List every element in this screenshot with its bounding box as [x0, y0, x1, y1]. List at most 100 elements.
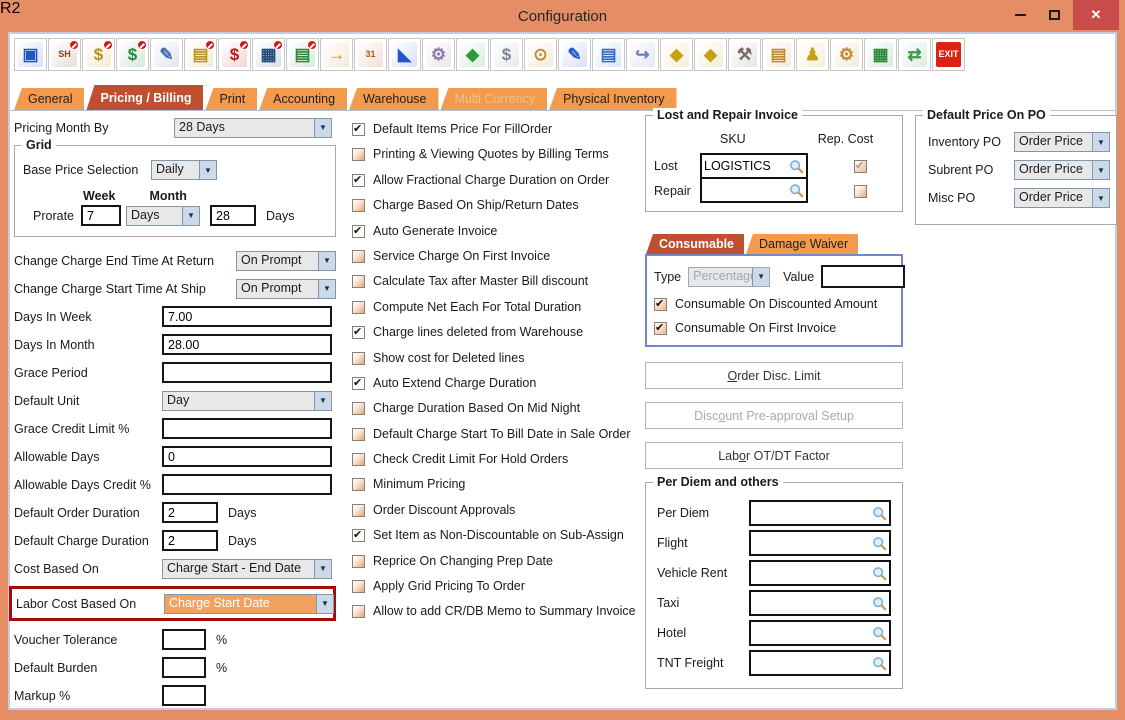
days-in-week-input[interactable]: [162, 306, 332, 327]
misc-po-dropdown[interactable]: Order Price▼: [1014, 188, 1110, 208]
flight-search[interactable]: [749, 530, 891, 556]
pricing-month-by-dropdown[interactable]: 28 Days ▼: [174, 118, 332, 138]
prorate-month-unit-dropdown[interactable]: Days ▼: [126, 206, 200, 226]
checkbox-charge-lines-deleted-from-warehouse[interactable]: Charge lines deleted from Warehouse: [352, 326, 644, 339]
cost-based-on-dropdown[interactable]: Charge Start - End Date▼: [162, 559, 332, 579]
checkbox-reprice-on-changing-prep-date[interactable]: Reprice On Changing Prep Date: [352, 555, 644, 568]
checkbox-allow-to-add-cr-db-memo-to-summary-invoice[interactable]: Allow to add CR/DB Memo to Summary Invoi…: [352, 605, 644, 618]
checkbox-box[interactable]: [352, 225, 365, 238]
checkbox-set-item-as-non-discountable-on-sub-assign[interactable]: Set Item as Non-Discountable on Sub-Assi…: [352, 529, 644, 542]
toolbar-modules-cubes-icon[interactable]: ◆: [456, 38, 489, 71]
tab-consumable[interactable]: Consumable: [646, 234, 744, 254]
checkbox-service-charge-on-first-invoice[interactable]: Service Charge On First Invoice: [352, 250, 644, 263]
default-unit-dropdown[interactable]: Day▼: [162, 391, 332, 411]
checkbox-box[interactable]: [352, 605, 365, 618]
checkbox-minimum-pricing[interactable]: Minimum Pricing: [352, 478, 644, 491]
minimize-button[interactable]: [1007, 0, 1033, 30]
toolbar-document-share-icon[interactable]: ↪: [626, 38, 659, 71]
toolbar-shield-search-icon[interactable]: ◆: [660, 38, 693, 71]
per-diem-search[interactable]: [749, 500, 891, 526]
checkbox-box[interactable]: [654, 322, 667, 335]
checkbox-box[interactable]: [352, 301, 365, 314]
allowable-days-input[interactable]: [162, 446, 332, 467]
toolbar-form-edit-icon[interactable]: ✎: [558, 38, 591, 71]
value-input[interactable]: [821, 265, 905, 288]
checkbox-box[interactable]: [654, 298, 667, 311]
toolbar-document-transfer-icon[interactable]: ⇄: [898, 38, 931, 71]
repair-rep-cost-checkbox[interactable]: [854, 185, 867, 198]
checkbox-box[interactable]: [352, 377, 365, 390]
subrent-po-dropdown[interactable]: Order Price▼: [1014, 160, 1110, 180]
checkbox-default-charge-start-to-bill-date-in-sale-order[interactable]: Default Charge Start To Bill Date in Sal…: [352, 428, 644, 441]
days-in-month-input[interactable]: [162, 334, 332, 355]
toolbar-ledger-icon[interactable]: ▤: [286, 38, 319, 71]
toolbar-payment-book-icon[interactable]: $: [218, 38, 251, 71]
checkbox-printing-viewing-quotes-by-billing-terms[interactable]: Printing & Viewing Quotes by Billing Ter…: [352, 148, 644, 161]
toolbar-save-icon[interactable]: ▣: [14, 38, 47, 71]
toolbar-lock-import-icon[interactable]: →: [320, 38, 353, 71]
lost-sku-search-input[interactable]: [704, 159, 789, 173]
tab-accounting[interactable]: Accounting: [259, 88, 347, 110]
default-charge-duration-input[interactable]: [162, 530, 218, 551]
voucher-tolerance-input[interactable]: [162, 629, 206, 650]
change-charge-start-time-at-ship-dropdown[interactable]: On Prompt▼: [236, 279, 336, 299]
toolbar-shield-user-icon[interactable]: ◆: [694, 38, 727, 71]
magnifier-icon[interactable]: [872, 596, 887, 611]
toolbar-cash-coins-icon[interactable]: $: [82, 38, 115, 71]
toolbar-calendar-icon[interactable]: 31: [354, 38, 387, 71]
checkbox-calculate-tax-after-master-bill-discount[interactable]: Calculate Tax after Master Bill discount: [352, 275, 644, 288]
button-discount-pre-approval-setup[interactable]: Discount Pre-approval Setup: [645, 402, 903, 429]
vehicle-rent-search[interactable]: [749, 560, 891, 586]
tab-multi-currency[interactable]: Multi Currency: [441, 88, 548, 110]
repair-sku-search-input[interactable]: [704, 183, 789, 197]
checkbox-box[interactable]: [352, 250, 365, 263]
markup-input[interactable]: [162, 685, 206, 706]
checkbox-box[interactable]: [352, 148, 365, 161]
default-order-duration-input[interactable]: [162, 502, 218, 523]
checkbox-consumable-on-first-invoice[interactable]: Consumable On First Invoice: [654, 322, 894, 335]
tab-warehouse[interactable]: Warehouse: [349, 88, 438, 110]
button-order-disc-limit[interactable]: Order Disc. Limit: [645, 362, 903, 389]
change-charge-end-time-at-return-dropdown[interactable]: On Prompt▼: [236, 251, 336, 271]
prorate-month-input[interactable]: [210, 205, 256, 226]
tab-general[interactable]: General: [14, 88, 84, 110]
lost-rep-cost-checkbox[interactable]: [854, 160, 867, 173]
checkbox-show-cost-for-deleted-lines[interactable]: Show cost for Deleted lines: [352, 352, 644, 365]
toolbar-folder-document-icon[interactable]: ▤: [762, 38, 795, 71]
tab-print[interactable]: Print: [205, 88, 257, 110]
checkbox-allow-fractional-charge-duration-on-order[interactable]: Allow Fractional Charge Duration on Orde…: [352, 174, 644, 187]
toolbar-user-component-icon[interactable]: ♟: [796, 38, 829, 71]
checkbox-check-credit-limit-for-hold-orders[interactable]: Check Credit Limit For Hold Orders: [352, 453, 644, 466]
toolbar-folder-clock-icon[interactable]: ⊙: [524, 38, 557, 71]
checkbox-box[interactable]: [352, 555, 365, 568]
toolbar-settings-gears-icon[interactable]: ⚙: [422, 38, 455, 71]
lost-sku-search[interactable]: [700, 153, 808, 179]
checkbox-auto-generate-invoice[interactable]: Auto Generate Invoice: [352, 225, 644, 238]
tab-physical-inventory[interactable]: Physical Inventory: [549, 88, 676, 110]
hotel-search[interactable]: [749, 620, 891, 646]
taxi-search-input[interactable]: [753, 596, 872, 610]
magnifier-icon[interactable]: [789, 159, 804, 174]
checkbox-box[interactable]: [352, 174, 365, 187]
tnt-freight-search-input[interactable]: [753, 656, 872, 670]
toolbar-shipping-order-icon[interactable]: SH: [48, 38, 81, 71]
checkbox-auto-extend-charge-duration[interactable]: Auto Extend Charge Duration: [352, 377, 644, 390]
flight-search-input[interactable]: [753, 536, 872, 550]
checkbox-box[interactable]: [352, 352, 365, 365]
checkbox-apply-grid-pricing-to-order[interactable]: Apply Grid Pricing To Order: [352, 580, 644, 593]
magnifier-icon[interactable]: [789, 183, 804, 198]
repair-sku-search[interactable]: [700, 177, 808, 203]
button-labor-ot-dt-factor[interactable]: Labor OT/DT Factor: [645, 442, 903, 469]
grace-credit-limit-input[interactable]: [162, 418, 332, 439]
toolbar-tools-gear-icon[interactable]: ⚒: [728, 38, 761, 71]
type-dropdown[interactable]: Percentage ▼: [688, 267, 770, 287]
checkbox-box[interactable]: [352, 428, 365, 441]
checkbox-box[interactable]: [352, 529, 365, 542]
checkbox-box[interactable]: [352, 326, 365, 339]
vehicle-rent-search-input[interactable]: [753, 566, 872, 580]
toolbar-folder-gear-icon[interactable]: ⚙: [830, 38, 863, 71]
checkbox-box[interactable]: [352, 123, 365, 136]
labor-cost-based-on-dropdown[interactable]: Charge Start Date▼: [164, 594, 334, 614]
prorate-week-input[interactable]: [81, 205, 121, 226]
tnt-freight-search[interactable]: [749, 650, 891, 676]
